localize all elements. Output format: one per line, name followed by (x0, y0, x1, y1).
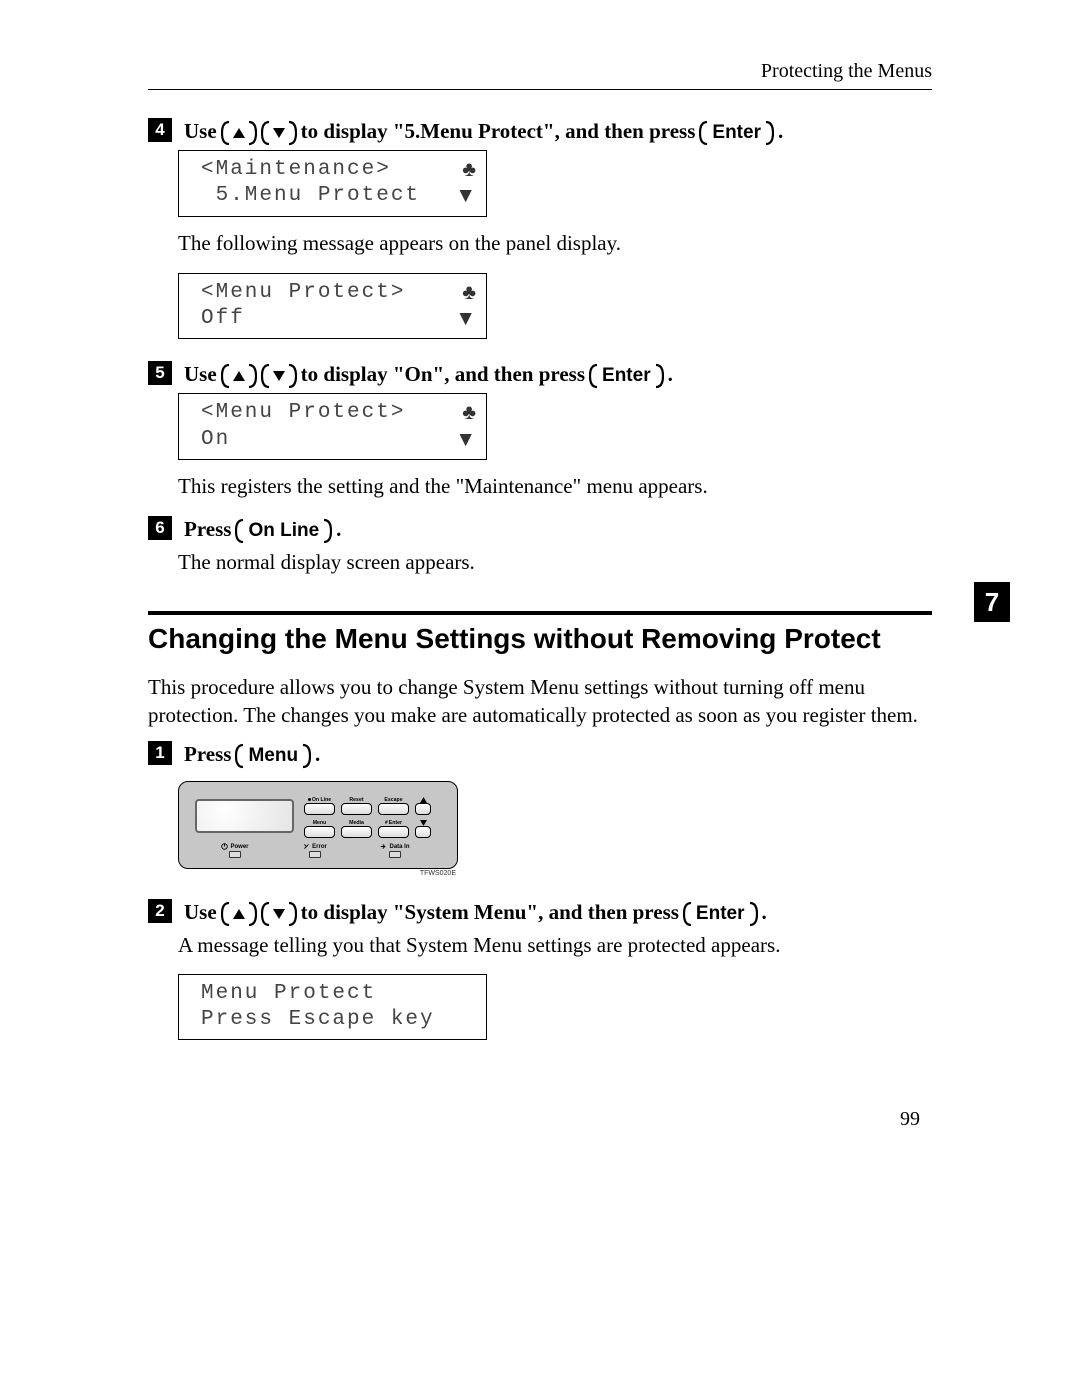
up-triangle-icon (232, 369, 246, 383)
panel-error-led: Error (275, 843, 355, 858)
step-num-6: 6 (148, 516, 172, 540)
section-intro: This procedure allows you to change Syst… (148, 673, 932, 730)
left-bracket-icon (261, 120, 271, 146)
enter-key: Enter (683, 901, 758, 927)
right-bracket-icon (764, 120, 774, 146)
down-triangle-icon (272, 369, 286, 383)
lcd-display-4: Menu Protect Press Escape key (178, 974, 487, 1041)
s2step2-period: . (762, 900, 767, 925)
panel-menu-button: Menu (304, 819, 335, 838)
figure-code: TFWS020E (178, 870, 456, 877)
step-num-4: 4 (148, 118, 172, 142)
panel-enter-button: #Enter (378, 819, 409, 838)
down-triangle-icon (272, 126, 286, 140)
step4-use: Use (184, 119, 217, 144)
enter-key: Enter (699, 120, 774, 146)
up-key (221, 363, 257, 389)
enter-key-label: Enter (710, 122, 763, 144)
lcd4-r1: Menu Protect (201, 981, 376, 1007)
panel-reset-button: Reset (341, 796, 372, 815)
step-num-1: 1 (148, 741, 172, 765)
lcd2-r1: <Menu Protect> (201, 280, 405, 306)
s2-step-1: 1 Press Menu . (148, 741, 932, 767)
s2step1-period: . (315, 742, 320, 767)
enter-key-label: Enter (694, 903, 747, 925)
down-key (261, 120, 297, 146)
step4-period: . (778, 119, 783, 144)
left-bracket-icon (221, 120, 231, 146)
lcd-display-2: <Menu Protect> ♣ Off ▼ (178, 273, 487, 340)
step-5: 5 Use to display "On", and then press En… (148, 361, 932, 387)
right-bracket-icon (287, 120, 297, 146)
pointer-icon: ♣ (462, 280, 476, 306)
pointer-icon: ♣ (462, 157, 476, 183)
section-heading: Changing the Menu Settings without Remov… (148, 611, 932, 655)
s2step1-press: Press (184, 742, 231, 767)
menu-key: Menu (235, 743, 311, 769)
step-num-5: 5 (148, 361, 172, 385)
step4-mid: to display "5.Menu Protect", and then pr… (301, 119, 696, 144)
up-key (221, 120, 257, 146)
lcd-display-1: <Maintenance> ♣ 5.Menu Protect ▼ (178, 150, 487, 217)
panel-online-button: On Line (304, 796, 335, 815)
lcd3-r1: <Menu Protect> (201, 400, 405, 426)
panel-media-button: Media (341, 819, 372, 838)
info-text-3: The normal display screen appears. (178, 548, 932, 576)
lcd1-r2: 5.Menu Protect (201, 183, 420, 209)
step5-mid: to display "On", and then press (301, 362, 585, 387)
down-triangle-icon (272, 907, 286, 921)
down-triangle-icon: ▼ (455, 183, 476, 209)
down-key (261, 363, 297, 389)
right-bracket-icon (247, 120, 257, 146)
panel-screen (195, 799, 294, 833)
panel-up-button (415, 796, 431, 815)
step-4: 4 Use to display "5.Menu Protect", and t… (148, 118, 932, 144)
info-text-4: A message telling you that System Menu s… (178, 931, 932, 959)
page-number: 99 (900, 1108, 920, 1131)
panel-down-button (415, 819, 431, 838)
page-header: Protecting the Menus (148, 60, 932, 83)
step6-press: Press (184, 517, 231, 542)
lcd4-r2: Press Escape key (201, 1007, 435, 1033)
header-rule (148, 89, 932, 90)
lcd2-r2: Off (201, 306, 245, 332)
up-triangle-icon (232, 126, 246, 140)
left-bracket-icon (699, 120, 709, 146)
panel-power-led: Power (195, 843, 275, 858)
printer-panel-figure: On Line Reset Escape (178, 781, 458, 877)
lcd1-r1: <Maintenance> (201, 157, 391, 183)
online-key-label: On Line (246, 520, 321, 542)
down-key (261, 901, 297, 927)
menu-key-label: Menu (246, 745, 300, 767)
step-6: 6 Press On Line . (148, 516, 932, 542)
step5-period: . (668, 362, 673, 387)
pointer-icon: ♣ (462, 400, 476, 426)
online-key: On Line (235, 518, 332, 544)
enter-key: Enter (589, 363, 664, 389)
step-num-2: 2 (148, 899, 172, 923)
up-key (221, 901, 257, 927)
lcd3-r2: On (201, 427, 230, 453)
lcd-display-3: <Menu Protect> ♣ On ▼ (178, 393, 487, 460)
info-text-1: The following message appears on the pan… (178, 229, 932, 257)
s2step2-mid: to display "System Menu", and then press (301, 900, 679, 925)
down-triangle-icon: ▼ (455, 306, 476, 332)
step5-use: Use (184, 362, 217, 387)
up-triangle-icon (232, 907, 246, 921)
panel-datain-led: Data In (355, 843, 435, 858)
enter-key-label: Enter (600, 365, 653, 387)
s2-step-2: 2 Use to display "System Menu", and then… (148, 899, 932, 925)
s2step2-use: Use (184, 900, 217, 925)
info-text-2: This registers the setting and the "Main… (178, 472, 932, 500)
chapter-tab: 7 (974, 582, 1010, 622)
down-triangle-icon: ▼ (455, 427, 476, 453)
step6-period: . (336, 517, 341, 542)
panel-escape-button: Escape (378, 796, 409, 815)
